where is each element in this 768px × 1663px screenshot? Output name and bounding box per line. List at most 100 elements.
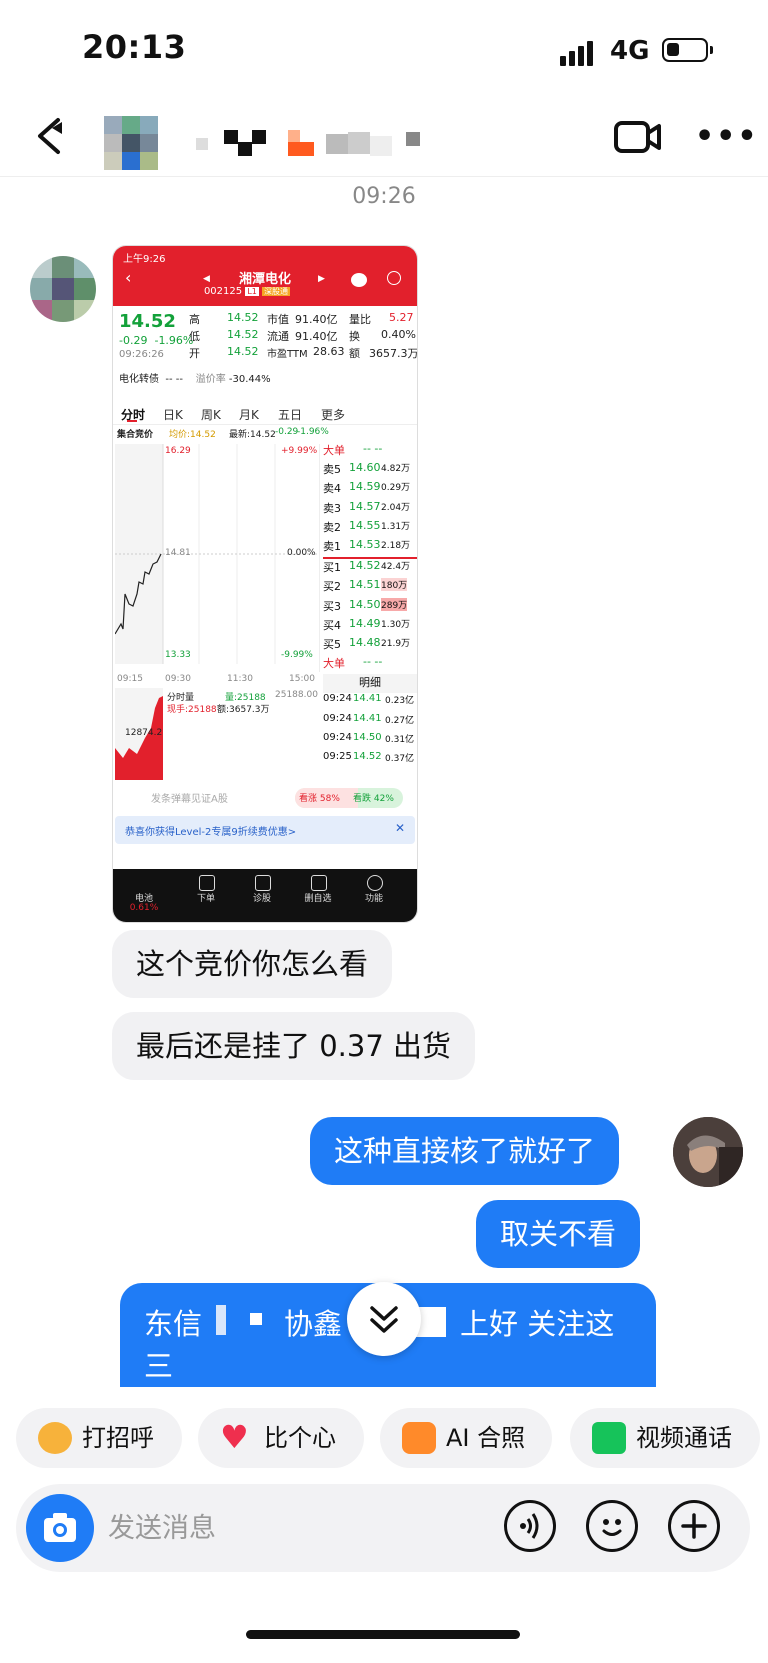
order-book-footer: 大单	[323, 657, 345, 671]
trade-row: 09:25 14.52 0.37亿	[323, 751, 415, 764]
comment-input[interactable]: 发条弹幕见证A股	[151, 790, 228, 805]
auction-label: 集合竞价	[117, 430, 154, 440]
bid-row: 买1 14.52 42.4万	[323, 559, 411, 575]
partial-message-line2: 三	[144, 1349, 174, 1383]
sender-avatar[interactable]	[30, 256, 96, 322]
stock-code: 002125	[203, 286, 243, 297]
bottom-tab-diagnose[interactable]: 诊股	[237, 891, 287, 904]
float-value: 91.40亿	[295, 330, 338, 343]
low-value: 14.52	[227, 328, 259, 341]
x-tick: 15:00	[289, 674, 315, 684]
vol-ratio-value: 5.27	[389, 311, 414, 324]
bid-row: 买3 14.50 289万	[323, 597, 408, 613]
chart-mid: 14.81	[165, 548, 191, 558]
latest-pct: -1.96%	[297, 427, 329, 437]
stock-change: -0.29 -1.96%	[119, 334, 194, 347]
bottom-tab-order[interactable]: 下单	[181, 891, 231, 904]
latest-price: 最新:14.52	[229, 430, 276, 440]
close-icon[interactable]: ✕	[395, 821, 405, 835]
quick-action-heart[interactable]: ♥ 比个心	[198, 1408, 364, 1468]
quick-action-ai-photo[interactable]: AI 合照	[380, 1408, 552, 1468]
voice-button[interactable]	[504, 1500, 556, 1552]
message-bubble-received[interactable]: 最后还是挂了 0.37 出货	[112, 1012, 476, 1080]
bottom-tab-remove-watch[interactable]: 删自选	[293, 891, 343, 904]
volume-max: 25188.00	[275, 690, 318, 700]
quick-action-greet[interactable]: 打招呼	[16, 1408, 182, 1468]
sentiment-bar[interactable]: 看涨 58% 看跌 42%	[295, 788, 403, 808]
ask-row: 卖2 14.55 1.31万	[323, 518, 411, 534]
high-label: 高	[189, 313, 200, 326]
bottom-tab-function[interactable]: 功能	[349, 891, 399, 904]
redaction-block	[250, 1313, 262, 1325]
partial-message-middle: 协鑫	[284, 1307, 343, 1341]
stock-badge-l1: L1	[245, 287, 259, 296]
wave-hand-icon	[38, 1422, 72, 1454]
chart-high-pct: +9.99%	[281, 446, 318, 456]
quick-action-video-call[interactable]: 视频通话	[570, 1408, 760, 1468]
vol-ratio-label: 量比	[349, 313, 371, 326]
camera-button[interactable]	[26, 1494, 94, 1562]
tab-more[interactable]: 更多	[321, 406, 345, 423]
order-book-header: 大单	[323, 444, 345, 457]
back-button[interactable]	[30, 112, 76, 158]
plus-icon	[681, 1513, 707, 1539]
more-options-icon[interactable]: •••	[695, 120, 759, 154]
ai-photo-icon	[402, 1422, 436, 1454]
add-button[interactable]	[668, 1500, 720, 1552]
volume-level: 12874.2	[125, 728, 163, 738]
stock-price: 14.52	[119, 311, 176, 332]
app-bottom-tabs: 电池 0.61% 下单 诊股 删自选 功能	[113, 869, 417, 922]
message-timestamp: 09:26	[352, 184, 416, 209]
stock-badge-sgt: 深股通	[262, 287, 291, 296]
trade-row: 09:24 14.41 0.23亿	[323, 693, 415, 707]
promo-banner[interactable]: 恭喜你获得Level-2专属9折续费优惠> ✕	[115, 816, 415, 844]
camera-icon	[44, 1513, 76, 1542]
ask-row: 卖5 14.60 4.82万	[323, 461, 411, 477]
x-tick: 11:30	[227, 674, 253, 684]
ask-row: 卖1 14.53 2.18万	[323, 538, 417, 560]
order-book-dashes: -- --	[363, 655, 383, 669]
redaction-block	[216, 1305, 226, 1335]
function-icon	[367, 875, 383, 891]
intraday-chart[interactable]: 16.29 +9.99% 14.81 0.00% 13.33 -9.99%	[114, 444, 320, 672]
stock-name: 湘潭电化	[238, 272, 291, 287]
bear-label: 看跌 42%	[353, 794, 394, 804]
tab-weekly-k[interactable]: 周K	[201, 406, 221, 423]
tab-monthly-k[interactable]: 月K	[239, 406, 259, 423]
home-indicator	[246, 1630, 520, 1639]
pe-label: 市盈TTM	[267, 349, 308, 360]
message-input[interactable]: 发送消息	[108, 1506, 216, 1545]
contact-avatar[interactable]	[104, 116, 158, 170]
x-tick: 09:15	[117, 674, 143, 684]
my-avatar[interactable]	[673, 1117, 743, 1187]
message-bubble-received[interactable]: 这个竞价你怎么看	[112, 930, 393, 998]
pe-value: 28.63	[313, 345, 345, 358]
stock-screenshot-image[interactable]: 上午9:26 ‹ ◀ 湘潭电化 002125 L1 深股通 ▶ 14.52 -0…	[112, 245, 418, 923]
intraday-chart-svg	[114, 444, 319, 664]
message-bubble-sent[interactable]: 这种直接核了就好了	[310, 1117, 620, 1185]
emoji-icon	[602, 1519, 622, 1536]
sentiment-row: 发条弹幕见证A股 看涨 58% 看跌 42%	[119, 786, 411, 810]
video-call-icon[interactable]	[614, 120, 662, 154]
stock-code-row: 002125 L1 深股通	[113, 286, 399, 297]
bull-label: 看涨 58%	[299, 794, 340, 804]
open-value: 14.52	[227, 345, 259, 358]
avatar-photo	[673, 1117, 743, 1187]
tab-daily-k[interactable]: 日K	[163, 406, 183, 423]
latest-change: -0.29	[275, 427, 299, 437]
emoji-button[interactable]	[586, 1500, 638, 1552]
convertible-bond-row[interactable]: 电化转债 -- -- 溢价率 -30.44%	[119, 370, 271, 385]
partial-message-start: 东信	[144, 1307, 203, 1341]
order-book-dashes: -- --	[363, 442, 383, 455]
message-bubble-sent[interactable]: 取关不看	[476, 1200, 641, 1268]
robot-icon	[351, 273, 367, 287]
promo-text: 恭喜你获得Level-2专属9折续费优惠>	[125, 827, 297, 838]
detail-tab[interactable]: 明细	[323, 674, 417, 694]
open-label: 开	[189, 347, 200, 360]
back-arrow-icon	[38, 118, 62, 154]
volume-chart[interactable]: 分时量 量:25188 25188.00 现手:25188 额:3657.3万 …	[115, 688, 319, 780]
scroll-to-latest-button[interactable]	[347, 1282, 421, 1356]
tab-five-day[interactable]: 五日	[278, 406, 302, 423]
contact-name-redacted[interactable]	[196, 130, 432, 156]
quick-action-label: 打招呼	[82, 1424, 154, 1452]
